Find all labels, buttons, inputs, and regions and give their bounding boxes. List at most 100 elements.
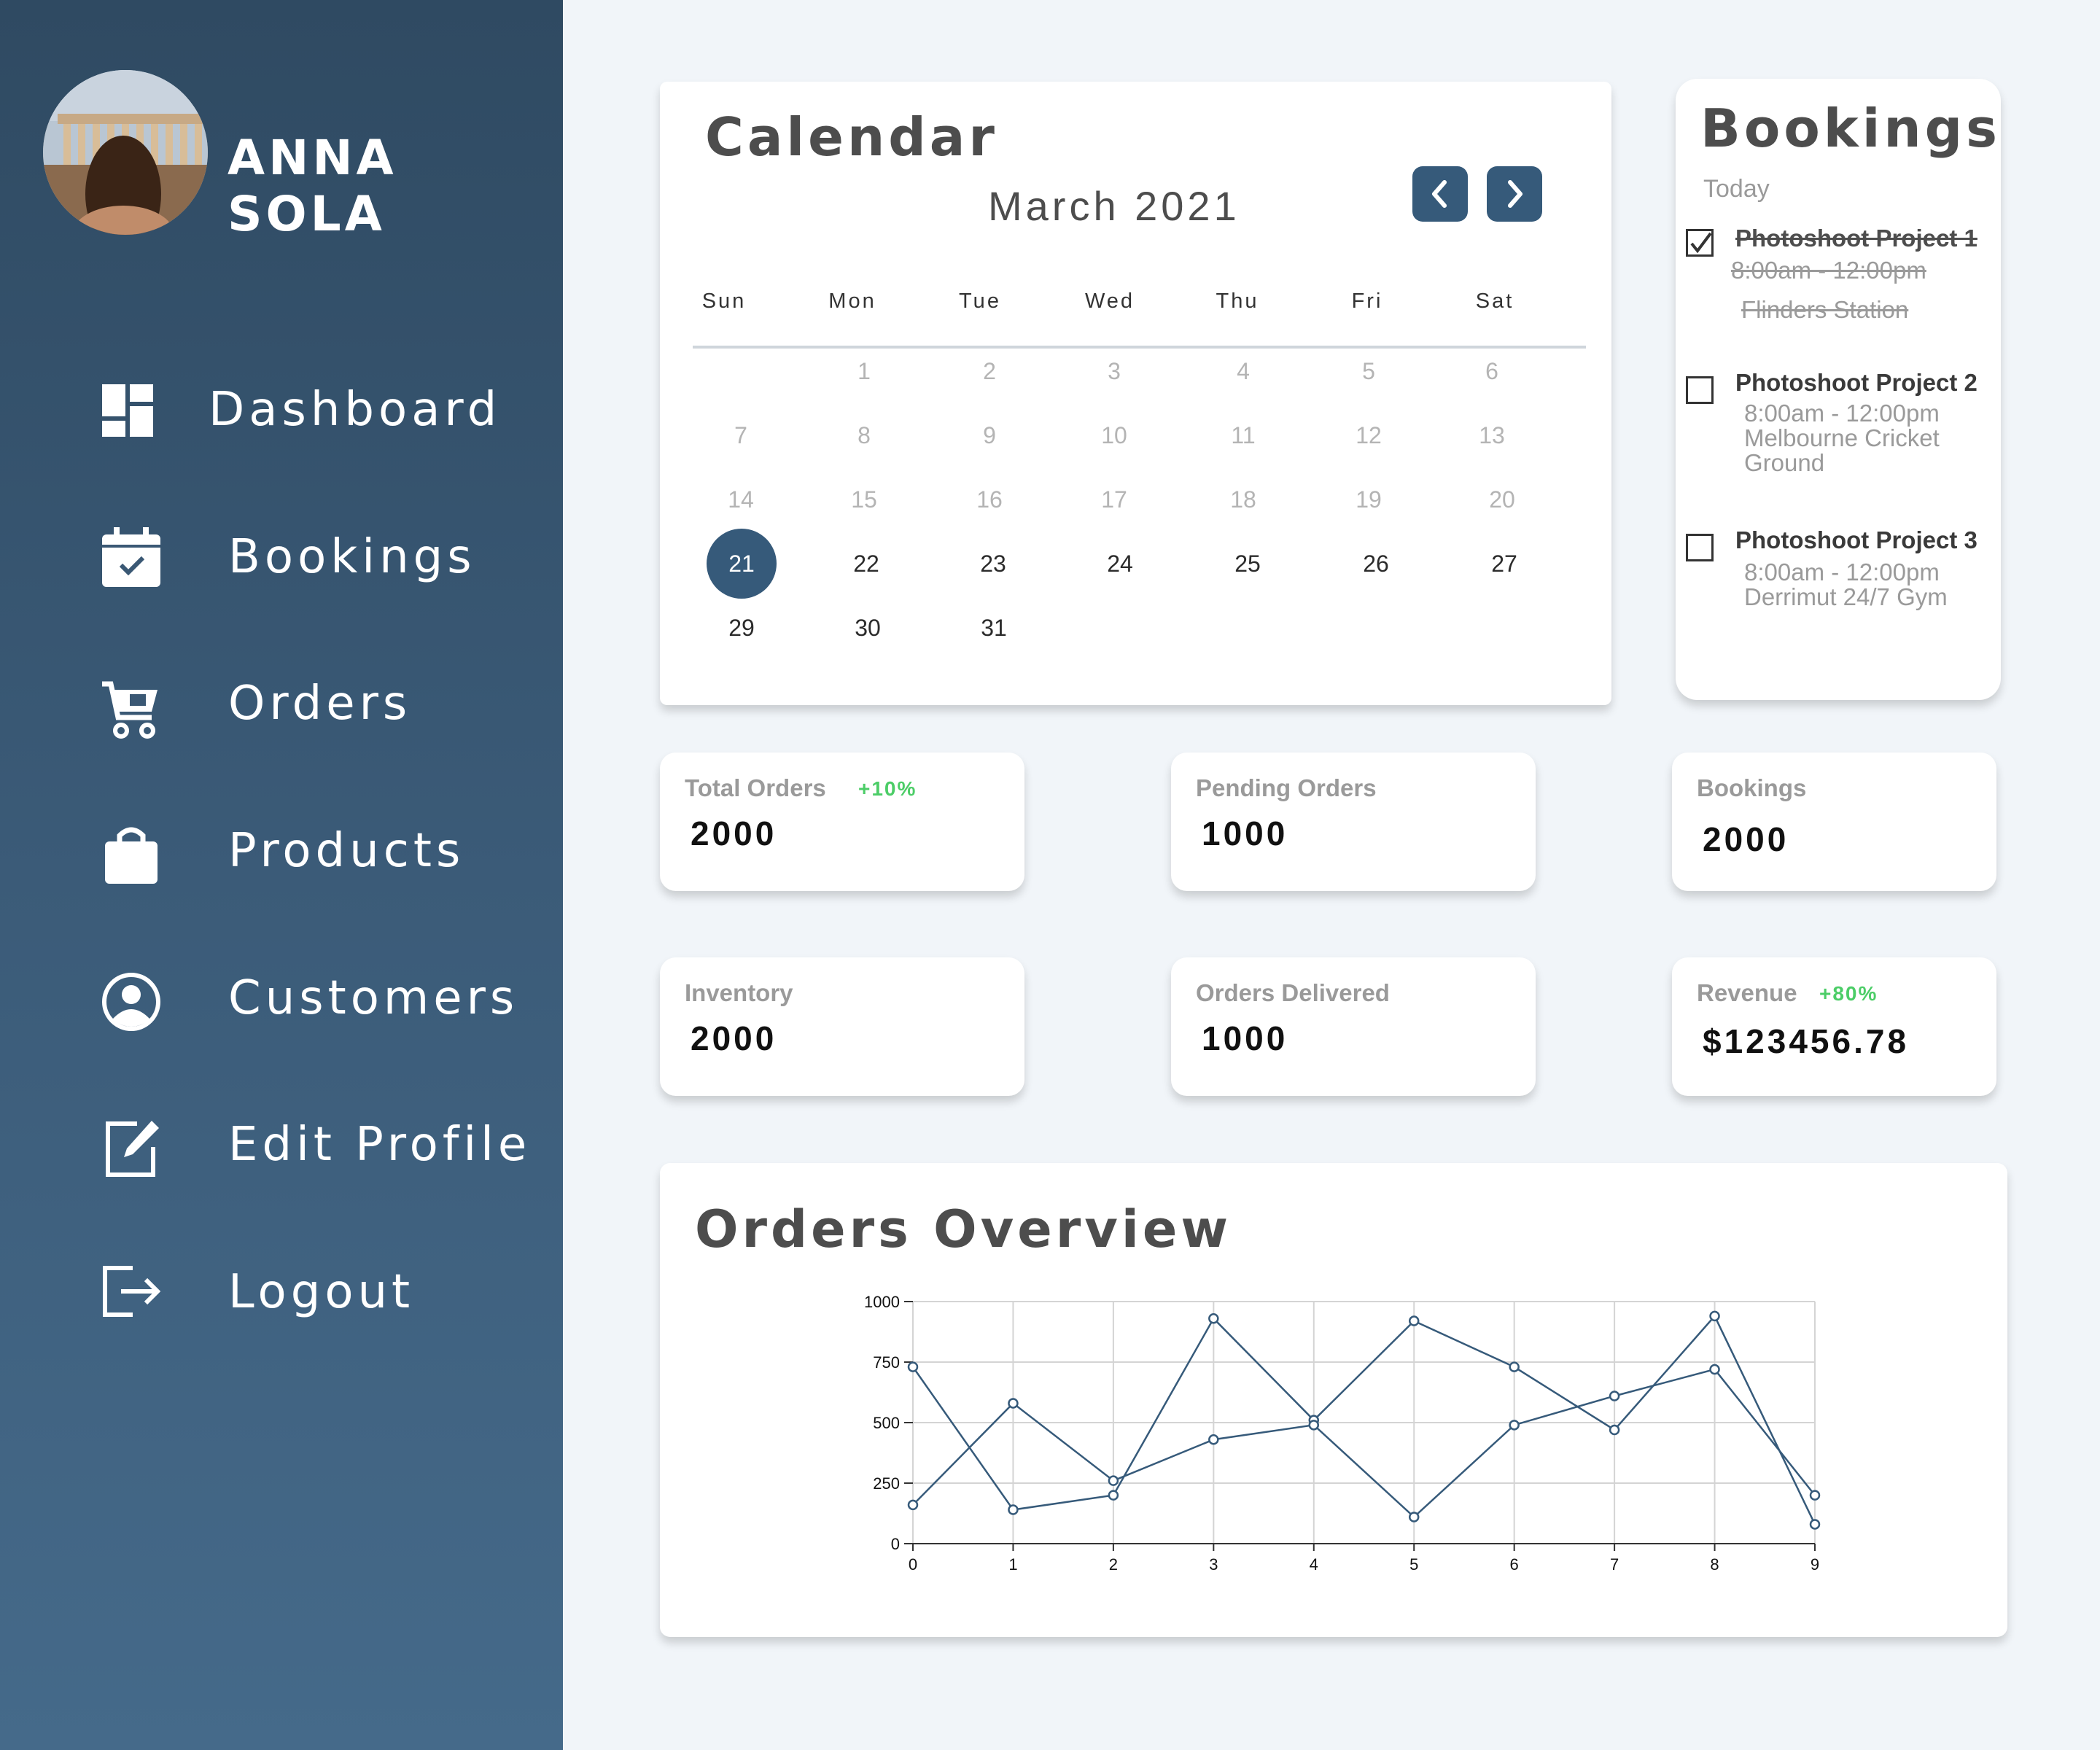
- calendar-day[interactable]: 15: [820, 482, 908, 517]
- calendar-title: Calendar: [705, 106, 998, 168]
- booking-name: Photoshoot Project 3: [1735, 526, 1978, 553]
- nav-item-logout[interactable]: Logout: [0, 1243, 563, 1345]
- x-tick-label: 7: [1610, 1555, 1619, 1574]
- calendar-day[interactable]: 22: [822, 546, 910, 581]
- weekday-label: Wed: [1084, 289, 1135, 313]
- x-tick-label: 1: [1008, 1555, 1017, 1574]
- shopping-bag-icon: [101, 824, 162, 885]
- prev-month-button[interactable]: [1412, 166, 1468, 222]
- calendar-day[interactable]: 2: [946, 354, 1033, 389]
- x-tick-label: 9: [1811, 1555, 1819, 1574]
- calendar-day[interactable]: 25: [1204, 546, 1291, 581]
- calendar-day[interactable]: 18: [1199, 482, 1287, 517]
- series-line: [911, 1314, 1816, 1525]
- calendar-day[interactable]: 19: [1325, 482, 1412, 517]
- calendar-day[interactable]: 4: [1199, 354, 1287, 389]
- calendar-day[interactable]: 17: [1070, 482, 1158, 517]
- calendar-day[interactable]: 12: [1325, 418, 1412, 453]
- booking-checkbox[interactable]: [1686, 534, 1714, 561]
- x-tick-label: 8: [1710, 1555, 1719, 1574]
- calendar-day[interactable]: 16: [946, 482, 1033, 517]
- data-point: [1709, 1310, 1720, 1322]
- avatar[interactable]: [43, 70, 208, 235]
- data-point: [1709, 1364, 1720, 1375]
- data-point: [1108, 1475, 1119, 1486]
- stat-card-orders-delivered[interactable]: Orders Delivered 1000: [1171, 957, 1536, 1096]
- stat-label: Inventory: [685, 979, 793, 1006]
- calendar-day[interactable]: 1: [820, 354, 908, 389]
- nav-label-edit-profile: Edit Profile: [228, 1118, 532, 1172]
- nav-item-bookings[interactable]: Bookings: [0, 508, 563, 610]
- stat-card-total-orders[interactable]: Total Orders +10% 2000: [660, 752, 1024, 891]
- stat-value: 1000: [1202, 1019, 1288, 1057]
- calendar-day[interactable]: 23: [949, 546, 1037, 581]
- shopping-cart-icon: [101, 680, 162, 741]
- user-name: ANNA SOLA: [228, 130, 397, 242]
- calendar-day[interactable]: 7: [697, 418, 785, 453]
- nav-item-dashboard[interactable]: Dashboard: [0, 361, 563, 463]
- bookings-title: Bookings: [1700, 98, 2002, 159]
- booking-time: 8:00am - 12:00pm: [1744, 559, 1940, 586]
- data-point: [1008, 1504, 1019, 1515]
- stat-card-pending-orders[interactable]: Pending Orders 1000: [1171, 752, 1536, 891]
- nav-item-edit-profile[interactable]: Edit Profile: [0, 1096, 563, 1198]
- data-point: [1809, 1490, 1821, 1501]
- y-tick-label: 750: [873, 1353, 900, 1372]
- calendar-day[interactable]: 31: [950, 610, 1038, 645]
- calendar-day[interactable]: 3: [1070, 354, 1158, 389]
- calendar-day[interactable]: 10: [1070, 418, 1158, 453]
- calendar-day[interactable]: 29: [698, 610, 785, 645]
- weekday-label: Tue: [959, 289, 1001, 313]
- nav-item-products[interactable]: Products: [0, 802, 563, 904]
- sidebar: ANNA SOLA Dashboard Bookings Orders Prod…: [0, 0, 563, 1750]
- data-point: [1208, 1434, 1219, 1445]
- booking-name: Photoshoot Project 1: [1735, 225, 1978, 252]
- data-point: [1108, 1490, 1119, 1501]
- x-tick-label: 3: [1209, 1555, 1218, 1574]
- series-line: [912, 1368, 1816, 1519]
- calendar-day[interactable]: 30: [824, 610, 911, 645]
- x-tick-label: 5: [1409, 1555, 1418, 1574]
- stat-card-inventory[interactable]: Inventory 2000: [660, 957, 1024, 1096]
- calendar-day[interactable]: 14: [697, 482, 785, 517]
- calendar-day[interactable]: 11: [1199, 418, 1287, 453]
- nav-label-logout: Logout: [228, 1265, 415, 1319]
- calendar-day[interactable]: 13: [1448, 418, 1536, 453]
- chevron-left-icon: [1432, 180, 1447, 208]
- data-point: [1609, 1424, 1620, 1436]
- calendar-day[interactable]: 26: [1332, 546, 1420, 581]
- x-tick-label: 6: [1510, 1555, 1519, 1574]
- stat-label: Total Orders: [685, 774, 826, 801]
- stat-card-bookings[interactable]: Bookings 2000: [1672, 752, 1996, 891]
- stat-label: Revenue: [1697, 979, 1797, 1006]
- nav-label-orders: Orders: [228, 677, 412, 731]
- next-month-button[interactable]: [1487, 166, 1542, 222]
- data-point: [1408, 1315, 1420, 1326]
- booking-location: Flinders Station: [1741, 296, 1909, 323]
- calendar-day[interactable]: 5: [1325, 354, 1412, 389]
- booking-checkbox[interactable]: [1686, 229, 1714, 257]
- calendar-day[interactable]: 6: [1448, 354, 1536, 389]
- stat-card-revenue[interactable]: Revenue +80% $123456.78: [1672, 957, 1996, 1096]
- calendar-day[interactable]: 9: [946, 418, 1033, 453]
- calendar-day[interactable]: 20: [1458, 482, 1546, 517]
- stat-label: Orders Delivered: [1196, 979, 1390, 1006]
- weekday-label: Thu: [1216, 289, 1259, 313]
- booking-checkbox[interactable]: [1686, 376, 1714, 404]
- booking-location: Derrimut 24/7 Gym: [1744, 583, 1948, 610]
- booking-time: 8:00am - 12:00pm: [1731, 257, 1926, 284]
- data-point: [1509, 1361, 1520, 1372]
- calendar-day-selected[interactable]: 21: [698, 546, 785, 581]
- dashboard-icon: [101, 383, 162, 444]
- calendar-card: Calendar March 2021 Sun Mon Tue Wed Thu …: [660, 82, 1611, 705]
- x-tick-label: 2: [1109, 1555, 1118, 1574]
- calendar-day[interactable]: 24: [1076, 546, 1164, 581]
- bookings-card: Bookings Today Photoshoot Project 1 8:00…: [1676, 79, 2001, 700]
- calendar-day[interactable]: 27: [1461, 546, 1548, 581]
- calendar-day[interactable]: 8: [820, 418, 908, 453]
- nav-item-customers[interactable]: Customers: [0, 949, 563, 1051]
- user-circle-icon: [101, 971, 162, 1032]
- data-point: [1008, 1398, 1019, 1409]
- nav-label-dashboard: Dashboard: [209, 383, 502, 437]
- nav-item-orders[interactable]: Orders: [0, 655, 563, 757]
